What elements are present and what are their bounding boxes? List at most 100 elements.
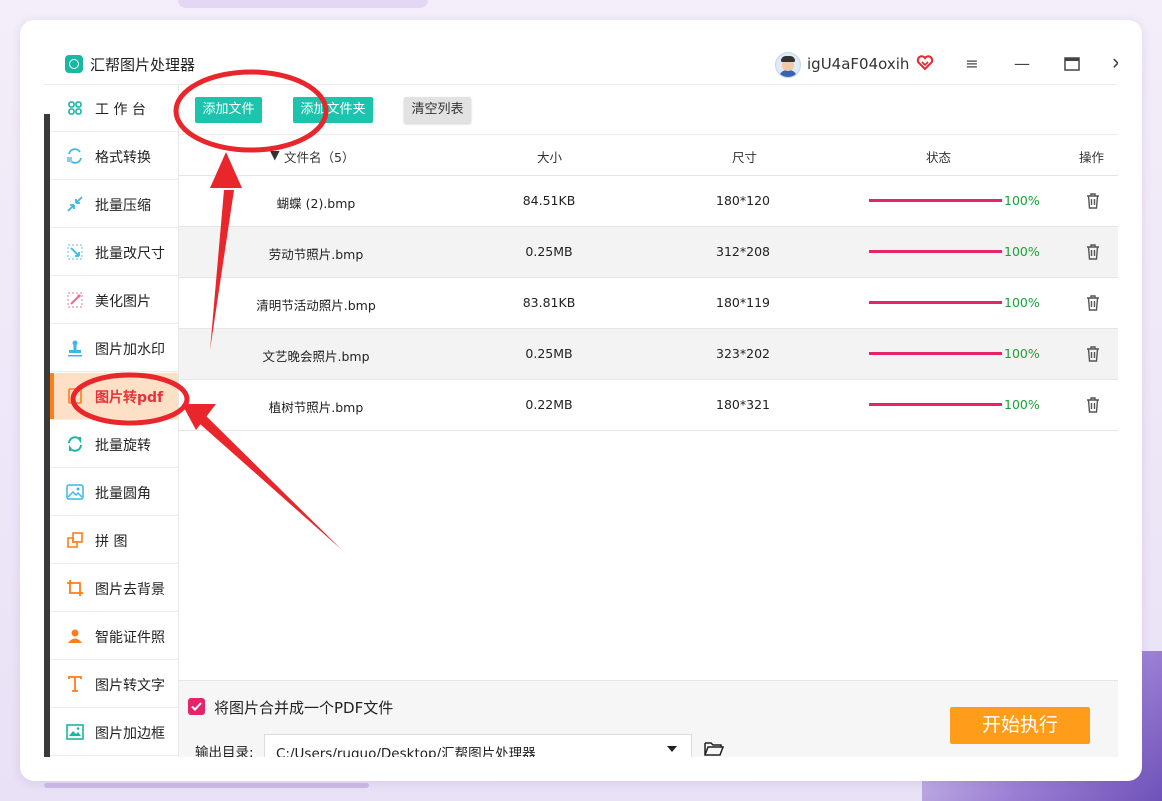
sidebar-item-add-border[interactable]: 图片加边框 bbox=[50, 709, 178, 756]
progress-bar bbox=[869, 250, 1002, 253]
clear-list-button[interactable]: 清空列表 bbox=[404, 97, 471, 123]
column-header-actions: 操作 bbox=[1079, 150, 1105, 165]
avatar[interactable] bbox=[775, 52, 801, 78]
sidebar-item-batch-compress[interactable]: 批量压缩 bbox=[50, 181, 178, 228]
output-dir-label: 输出目录: bbox=[195, 745, 254, 757]
sort-caret-icon[interactable]: ▼ bbox=[270, 147, 280, 162]
app-title: 汇帮图片处理器 bbox=[90, 56, 196, 74]
add-file-button[interactable]: 添加文件 bbox=[195, 97, 262, 123]
background-strip-bottom bbox=[44, 783, 369, 788]
footer-panel: 将图片合并成一个PDF文件 输出目录: C:/Users/ruguo/Deskt… bbox=[179, 680, 1118, 757]
sidebar-item-image-to-text[interactable]: 图片转文字 bbox=[50, 661, 178, 708]
sidebar-item-label: 图片转文字 bbox=[95, 678, 165, 694]
progress-percent: 100% bbox=[1004, 193, 1040, 208]
sidebar-item-label: 批量圆角 bbox=[95, 486, 151, 502]
table-row[interactable]: 文艺晚会照片.bmp 0.25MB 323*202 100% bbox=[179, 329, 1118, 380]
sidebar-item-id-photo[interactable]: 智能证件照 bbox=[50, 613, 178, 660]
sidebar-item-format-convert[interactable]: 格式转换 bbox=[50, 133, 178, 180]
sidebar-item-image-to-pdf[interactable]: 图片转pdf bbox=[50, 373, 178, 420]
sidebar-item-label: 图片去背景 bbox=[95, 582, 165, 598]
file-size: 0.22MB bbox=[525, 397, 573, 412]
file-name: 植树节照片.bmp bbox=[268, 400, 364, 415]
progress-bar bbox=[869, 199, 1002, 202]
file-name: 文艺晚会照片.bmp bbox=[262, 349, 370, 364]
chevron-down-icon bbox=[667, 746, 677, 752]
file-size: 0.25MB bbox=[525, 346, 573, 361]
rotate-icon bbox=[68, 436, 82, 452]
sidebar-item-label: 拼 图 bbox=[95, 534, 128, 550]
maximize-button[interactable] bbox=[1060, 52, 1084, 76]
grid-icon bbox=[68, 101, 82, 115]
trash-icon[interactable] bbox=[1085, 243, 1101, 261]
merge-pdf-checkbox[interactable] bbox=[188, 698, 205, 715]
vip-heart-icon[interactable] bbox=[916, 54, 934, 76]
person-icon bbox=[68, 629, 82, 643]
file-dimensions: 180*321 bbox=[716, 397, 770, 412]
start-button[interactable]: 开始执行 bbox=[950, 707, 1090, 744]
watermark-icon bbox=[68, 340, 82, 357]
sidebar-item-label: 图片转pdf bbox=[95, 390, 164, 406]
sidebar-item-workbench[interactable]: 工 作 台 bbox=[50, 85, 178, 132]
file-table: ▼ 文件名（5） 大小 尺寸 状态 操作 蝴蝶 (2).bmp 84.51KB 18… bbox=[179, 134, 1118, 431]
resize-icon bbox=[67, 244, 83, 260]
open-folder-icon[interactable] bbox=[704, 741, 725, 757]
menu-icon[interactable]: ≡ bbox=[960, 52, 984, 76]
file-dimensions: 323*202 bbox=[716, 346, 770, 361]
trash-icon[interactable] bbox=[1085, 345, 1101, 363]
sidebar-item-round-corner[interactable]: 批量圆角 bbox=[50, 469, 178, 516]
sidebar-item-label: 图片加边框 bbox=[95, 726, 165, 742]
sidebar-item-label: 图片加水印 bbox=[95, 342, 165, 358]
text-icon bbox=[68, 676, 82, 692]
file-dimensions: 312*208 bbox=[716, 244, 770, 259]
column-header-name[interactable]: 文件名（5） bbox=[284, 147, 354, 166]
sidebar-item-batch-rotate[interactable]: 批量旋转 bbox=[50, 421, 178, 468]
progress-percent: 100% bbox=[1004, 295, 1040, 310]
table-row[interactable]: 劳动节照片.bmp 0.25MB 312*208 100% bbox=[179, 227, 1118, 278]
table-row[interactable]: 蝴蝶 (2).bmp 84.51KB 180*120 100% bbox=[179, 176, 1118, 227]
sidebar-item-label: 智能证件照 bbox=[95, 630, 165, 646]
progress-percent: 100% bbox=[1004, 244, 1040, 259]
title-bar: 汇帮图片处理器 igU4aF04oxih ≡ — ✕ bbox=[44, 44, 1118, 85]
sidebar-item-collage[interactable]: 拼 图 bbox=[50, 517, 178, 564]
table-row[interactable]: 清明节活动照片.bmp 83.81KB 180*119 100% bbox=[179, 278, 1118, 329]
file-size: 84.51KB bbox=[522, 193, 576, 208]
sidebar-item-remove-bg[interactable]: 图片去背景 bbox=[50, 565, 178, 612]
sidebar-item-label: 工 作 台 bbox=[95, 102, 146, 118]
progress-bar bbox=[869, 352, 1002, 355]
table-row[interactable]: 植树节照片.bmp 0.22MB 180*321 100% bbox=[179, 380, 1118, 431]
app-logo-icon bbox=[65, 55, 83, 73]
trash-icon[interactable] bbox=[1085, 294, 1101, 312]
compress-icon bbox=[67, 196, 83, 212]
minimize-button[interactable]: — bbox=[1010, 52, 1034, 76]
output-dir-select[interactable]: C:/Users/ruguo/Desktop/汇帮图片处理器 bbox=[264, 734, 692, 757]
username[interactable]: igU4aF04oxih bbox=[807, 55, 909, 73]
sidebar-item-label: 批量旋转 bbox=[95, 438, 151, 454]
crop-icon bbox=[67, 580, 83, 596]
progress-bar bbox=[869, 301, 1002, 304]
convert-icon bbox=[67, 148, 82, 164]
sidebar-item-beautify[interactable]: 美化图片 bbox=[50, 277, 178, 324]
column-header-dimensions: 尺寸 bbox=[732, 150, 758, 165]
file-size: 0.25MB bbox=[525, 244, 573, 259]
trash-icon[interactable] bbox=[1085, 396, 1101, 414]
frame-icon bbox=[66, 724, 84, 740]
progress-percent: 100% bbox=[1004, 346, 1040, 361]
sidebar-item-batch-resize[interactable]: 批量改尺寸 bbox=[50, 229, 178, 276]
table-header: ▼ 文件名（5） 大小 尺寸 状态 操作 bbox=[179, 134, 1118, 176]
sidebar-item-label: 批量改尺寸 bbox=[95, 246, 165, 262]
sidebar-item-label: 格式转换 bbox=[95, 150, 151, 166]
progress-percent: 100% bbox=[1004, 397, 1040, 412]
beautify-icon bbox=[67, 292, 83, 308]
add-folder-button[interactable]: 添加文件夹 bbox=[293, 97, 373, 123]
file-size: 83.81KB bbox=[522, 295, 576, 310]
file-name: 蝴蝶 (2).bmp bbox=[276, 196, 356, 211]
trash-icon[interactable] bbox=[1085, 192, 1101, 210]
round-corner-icon bbox=[66, 484, 84, 500]
sidebar-item-label: 美化图片 bbox=[95, 294, 151, 310]
app-window: 汇帮图片处理器 igU4aF04oxih ≡ — ✕ 工 作 台 格式转换 批量… bbox=[44, 44, 1118, 757]
sidebar-item-watermark[interactable]: 图片加水印 bbox=[50, 325, 178, 372]
close-button[interactable]: ✕ bbox=[1106, 52, 1118, 76]
file-dimensions: 180*119 bbox=[716, 295, 770, 310]
column-header-status: 状态 bbox=[926, 150, 952, 165]
merge-pdf-label[interactable]: 将图片合并成一个PDF文件 bbox=[214, 697, 393, 718]
